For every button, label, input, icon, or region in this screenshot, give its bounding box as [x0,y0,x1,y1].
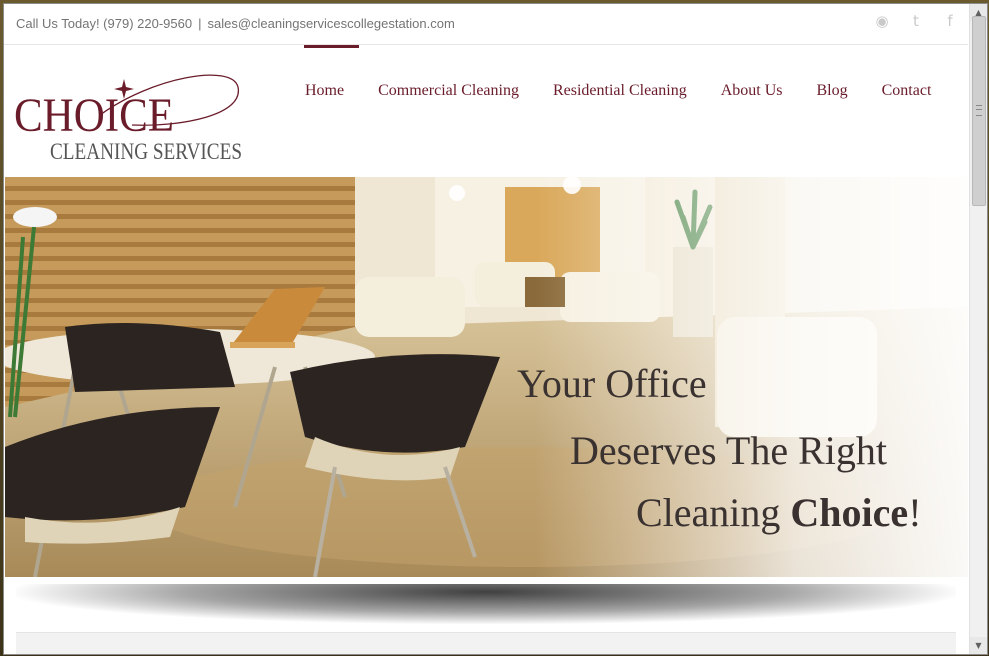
nav-about-us[interactable]: About Us [704,45,800,177]
hero-line-3: Cleaning Choice! [636,489,922,536]
scroll-down-icon[interactable]: ▼ [970,637,987,654]
nav-commercial-cleaning[interactable]: Commercial Cleaning [361,45,536,177]
slider-shadow [16,584,956,624]
scroll-grip-icon [976,105,982,116]
separator: | [198,16,202,31]
logo[interactable]: CHOICE CLEANING SERVICES [12,57,252,167]
hero-line-3-bold: Choice [790,490,909,535]
contact-info: Call Us Today! (979) 220-9560 | sales@clea… [16,16,455,31]
content-area [16,632,956,654]
scroll-thumb[interactable] [972,16,986,206]
main-nav: Home Commercial Cleaning Residential Cle… [302,45,941,177]
nav-residential-cleaning[interactable]: Residential Cleaning [536,45,704,177]
vertical-scrollbar[interactable]: ▲ ▼ [969,4,987,654]
browser-window: Call Us Today! (979) 220-9560 | sales@clea… [3,3,988,655]
rss-icon[interactable]: ◉ [872,11,892,31]
hero-slider[interactable]: Your Office Deserves The Right Cleaning … [5,177,968,577]
hero-line-1: Your Office [517,361,707,406]
hero-line-3-prefix: Cleaning [636,490,791,535]
logo-line2: CLEANING SERVICES [50,139,242,164]
email-link[interactable]: sales@cleaningservicescollegestation.com [207,16,454,31]
social-links: ◉ t f [872,11,960,31]
nav-blog[interactable]: Blog [800,45,865,177]
nav-home[interactable]: Home [302,45,361,177]
top-bar: Call Us Today! (979) 220-9560 | sales@clea… [4,4,968,45]
hero-line-3-suffix: ! [908,490,922,535]
nav-contact[interactable]: Contact [865,45,942,177]
twitter-icon[interactable]: t [906,11,926,31]
logo-line1: CHOICE [14,89,174,142]
facebook-icon[interactable]: f [940,11,960,31]
hero-line-2: Deserves The Right [570,428,887,473]
site-header: CHOICE CLEANING SERVICES Home Commercial… [4,45,968,177]
phone-text: Call Us Today! (979) 220-9560 [16,16,193,31]
